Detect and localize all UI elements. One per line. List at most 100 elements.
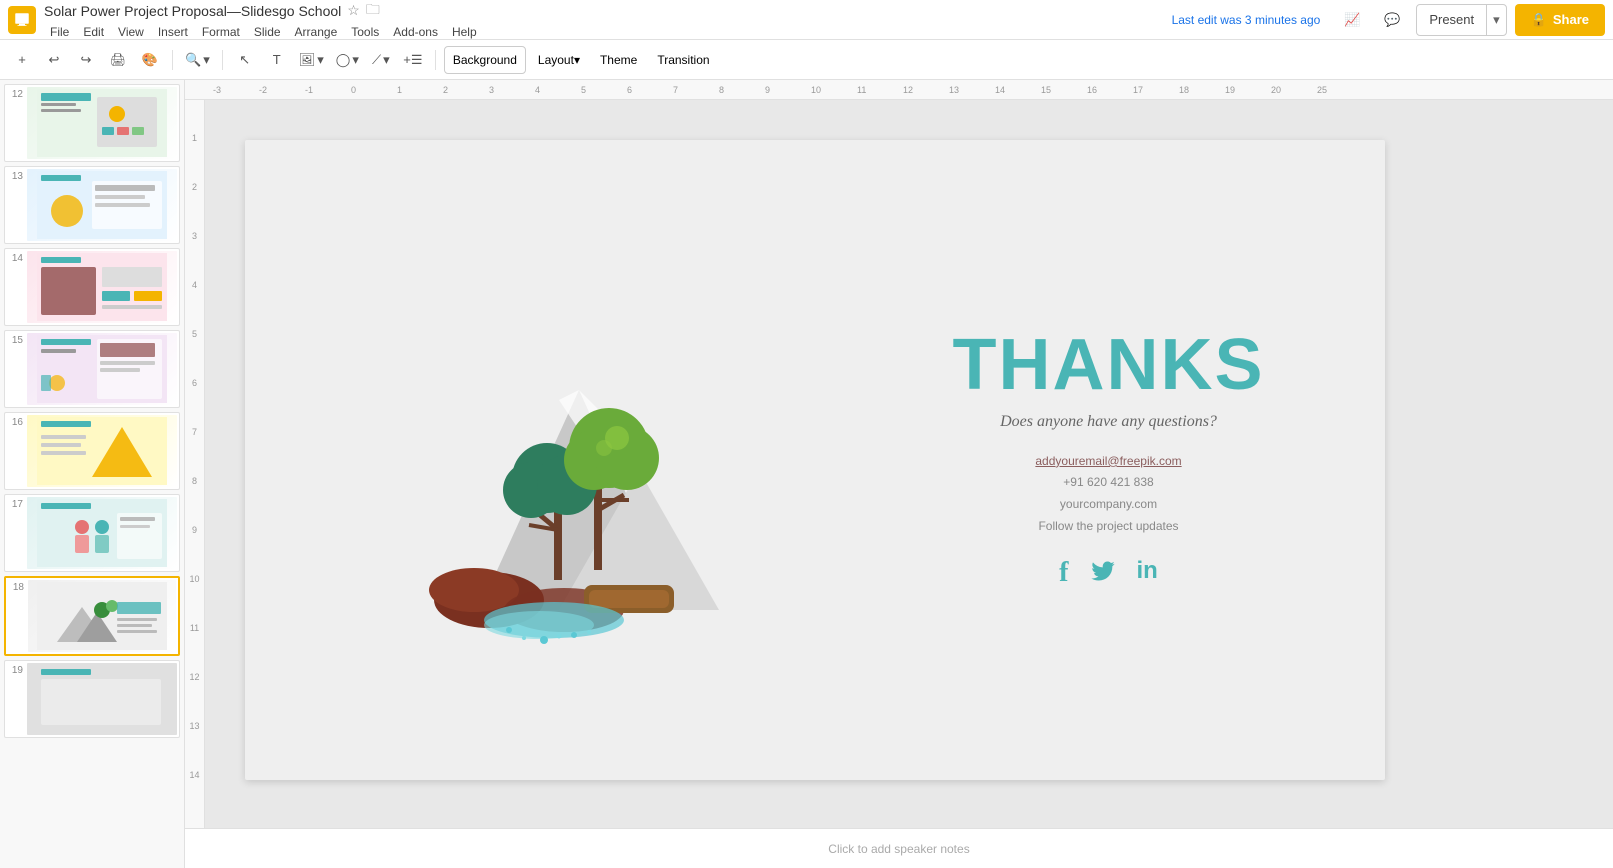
ruler-v-mark: 1 (192, 134, 197, 143)
facebook-icon[interactable]: f (1059, 557, 1068, 591)
ruler-h-mark: 5 (581, 85, 627, 95)
ruler-h-mark: 2 (443, 85, 489, 95)
title-text: Solar Power Project Proposal—Slidesgo Sc… (44, 3, 341, 19)
linkedin-icon[interactable]: in (1137, 557, 1158, 591)
ruler-v-mark: 14 (189, 771, 199, 780)
zoom-arrow: ▾ (203, 52, 210, 68)
line-icon: ⟋ (372, 52, 381, 68)
slide-thumb-14[interactable]: 14 (4, 248, 180, 326)
slide-thumb-18[interactable]: 18 (4, 576, 180, 656)
slide-preview-14 (27, 251, 177, 323)
ruler-v-mark: 8 (192, 477, 197, 486)
ruler-v-mark: 2 (192, 183, 197, 192)
slide-num-16: 16 (7, 415, 23, 428)
redo-button[interactable]: ↪ (72, 46, 100, 74)
undo-button[interactable]: ↩ (40, 46, 68, 74)
ruler-h-mark: 3 (489, 85, 535, 95)
line-tool[interactable]: ⟋▾ (367, 46, 395, 74)
menu-edit[interactable]: Edit (77, 23, 110, 41)
slide-preview-16 (27, 415, 177, 487)
slide-wrapper: THANKS Does anyone have any questions? a… (225, 120, 1405, 808)
background-button[interactable]: Background (444, 46, 526, 74)
ruler-v-mark: 12 (189, 673, 199, 682)
slide-num-18: 18 (8, 580, 24, 593)
menu-file[interactable]: File (44, 23, 75, 41)
slide-thumb-19[interactable]: 19 (4, 660, 180, 738)
shapes-tool[interactable]: ◯▾ (332, 46, 363, 74)
ruler-h-mark: 6 (627, 85, 673, 95)
slide-preview-12 (27, 87, 177, 159)
nature-illustration (399, 270, 719, 650)
comments-icon[interactable]: 💬 (1376, 4, 1408, 36)
notes-placeholder[interactable]: Click to add speaker notes (828, 842, 969, 856)
shapes-icon: ◯ (336, 52, 351, 68)
ruler-v-mark: 13 (189, 722, 199, 731)
menu-tools[interactable]: Tools (345, 23, 385, 41)
ruler-h-mark: 10 (811, 85, 857, 95)
social-icons: f in (1059, 557, 1158, 591)
cursor-tool[interactable]: ↖ (231, 46, 259, 74)
slide-thumb-16[interactable]: 16 (4, 412, 180, 490)
menu-bar: File Edit View Insert Format Slide Arran… (44, 23, 1164, 41)
folder-icon[interactable]: 🗀 (366, 0, 380, 23)
app-icon[interactable] (8, 6, 36, 34)
slide-canvas[interactable]: THANKS Does anyone have any questions? a… (245, 140, 1385, 780)
ruler-h-mark: 9 (765, 85, 811, 95)
menu-insert[interactable]: Insert (152, 23, 194, 41)
activity-icon[interactable]: 📈 (1336, 4, 1368, 36)
separator-2 (222, 50, 223, 70)
slide-subtitle: Does anyone have any questions? (1000, 413, 1217, 431)
zoom-control[interactable]: 🔍 ▾ (181, 46, 214, 74)
theme-button[interactable]: Theme (592, 46, 645, 74)
menu-format[interactable]: Format (196, 23, 246, 41)
slide-num-19: 19 (7, 663, 23, 676)
menu-addons[interactable]: Add-ons (387, 23, 444, 41)
text-tool[interactable]: T (263, 46, 291, 74)
transition-button[interactable]: Transition (649, 46, 717, 74)
ruler-v-mark: 6 (192, 379, 197, 388)
notes-area[interactable]: ··· Click to add speaker notes (185, 828, 1613, 868)
star-icon[interactable]: ☆ (347, 2, 360, 19)
menu-help[interactable]: Help (446, 23, 483, 41)
menu-arrange[interactable]: Arrange (289, 23, 344, 41)
comment-tool[interactable]: +☰ (399, 46, 427, 74)
slide-preview-13 (27, 169, 177, 241)
ruler-h-mark: 11 (857, 85, 903, 95)
ruler-h-mark: 1 (397, 85, 443, 95)
ruler-horizontal: -3 -2 -1 0 1 2 3 4 5 6 7 8 9 10 11 12 13… (185, 80, 1613, 100)
slide-panel: 12 13 (0, 80, 185, 868)
menu-view[interactable]: View (112, 23, 150, 41)
share-button[interactable]: 🔒 Share (1515, 4, 1605, 36)
ruler-h-mark: 13 (949, 85, 995, 95)
layout-button[interactable]: Layout▾ (530, 46, 588, 74)
canvas-container[interactable]: 1 2 3 4 5 6 7 8 9 10 11 12 13 14 (185, 100, 1613, 828)
main-area: 12 13 (0, 80, 1613, 868)
menu-slide[interactable]: Slide (248, 23, 287, 41)
ruler-h-mark: 14 (995, 85, 1041, 95)
canvas-area: -3 -2 -1 0 1 2 3 4 5 6 7 8 9 10 11 12 13… (185, 80, 1613, 868)
slide-thumb-17[interactable]: 17 (4, 494, 180, 572)
ruler-v-mark: 11 (190, 624, 199, 633)
separator-1 (172, 50, 173, 70)
share-label: Share (1553, 12, 1589, 27)
present-arrow[interactable]: ▾ (1487, 5, 1506, 35)
image-tool[interactable]: 🖼▾ (295, 46, 328, 74)
follow-text: Follow the project updates (1035, 516, 1181, 538)
present-button[interactable]: Present ▾ (1416, 4, 1506, 36)
thanks-heading: THANKS (953, 329, 1265, 401)
print-button[interactable]: 🖨 (104, 46, 132, 74)
ruler-h-mark: -2 (259, 85, 305, 95)
slide-thumb-12[interactable]: 12 (4, 84, 180, 162)
email-text: addyouremail@freepik.com (1035, 451, 1181, 473)
add-button[interactable]: + (8, 46, 36, 74)
slide-thumb-15[interactable]: 15 (4, 330, 180, 408)
slide-preview-15 (27, 333, 177, 405)
slide-thumb-13[interactable]: 13 (4, 166, 180, 244)
image-icon: 🖼 (299, 52, 316, 68)
twitter-icon[interactable] (1089, 557, 1117, 591)
paint-format-button[interactable]: 🎨 (136, 46, 164, 74)
ruler-h-mark: 19 (1225, 85, 1271, 95)
slide-text-content: THANKS Does anyone have any questions? a… (872, 329, 1385, 591)
present-label: Present (1417, 5, 1487, 35)
ruler-h-mark: 17 (1133, 85, 1179, 95)
